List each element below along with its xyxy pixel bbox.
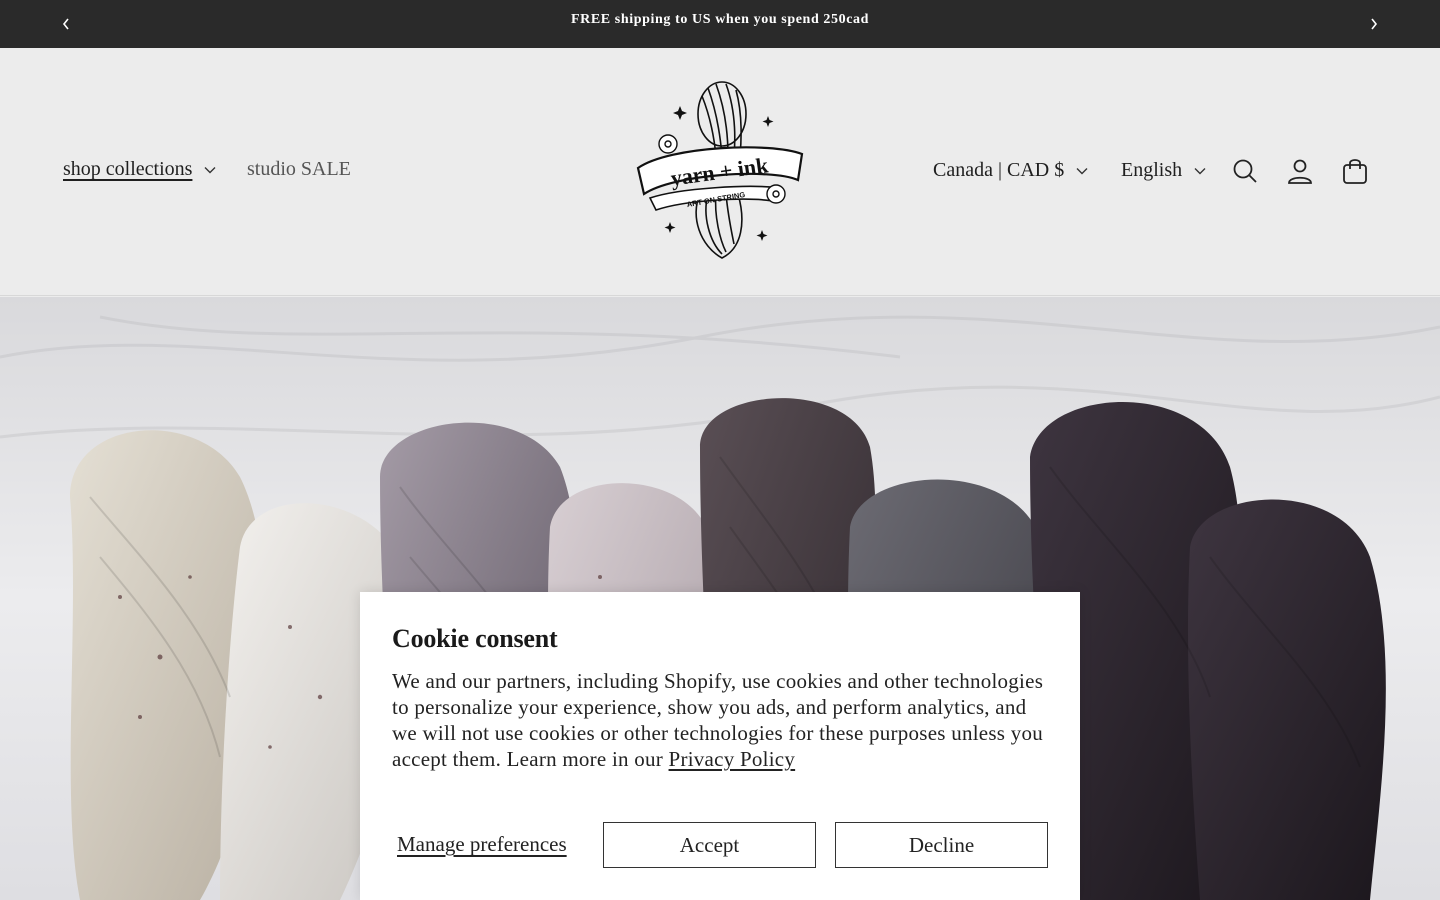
cookie-consent-body: We and our partners, including Shopify, …: [392, 668, 1048, 772]
country-selector-label: Canada | CAD $: [933, 159, 1065, 181]
cookie-consent-dialog: Cookie consent We and our partners, incl…: [360, 592, 1080, 900]
search-icon: [1233, 159, 1257, 183]
chevron-down-icon: [1076, 167, 1088, 174]
decline-button[interactable]: Decline: [835, 822, 1048, 868]
announcement-bar: FREE shipping to US when you spend 250ca…: [0, 0, 1440, 48]
chevron-down-icon: [204, 166, 216, 173]
chevron-right-icon: [1371, 18, 1378, 30]
shop-collections-label: shop collections: [63, 158, 193, 180]
accept-button[interactable]: Accept: [603, 822, 816, 868]
account-icon: [1288, 159, 1312, 184]
announcement-text: FREE shipping to US when you spend 250ca…: [570, 12, 870, 27]
language-selector-label: English: [1121, 159, 1183, 181]
privacy-policy-link[interactable]: Privacy Policy: [669, 747, 796, 771]
studio-sale-link[interactable]: studio SALE: [247, 158, 351, 181]
language-selector[interactable]: English: [1121, 159, 1206, 182]
site-header: shop collections studio SALE yarn + ink …: [0, 48, 1440, 296]
yarn-ink-logo[interactable]: yarn + ink ART ON STRING: [630, 76, 810, 266]
next-announcement-button[interactable]: [1362, 12, 1386, 36]
manage-preferences-link[interactable]: Manage preferences: [397, 832, 567, 857]
search-button[interactable]: [1228, 154, 1262, 188]
cart-button[interactable]: [1338, 154, 1372, 188]
shop-collections-menu[interactable]: shop collections: [63, 158, 216, 181]
account-button[interactable]: [1283, 154, 1317, 188]
cookie-consent-title: Cookie consent: [392, 624, 558, 653]
cart-icon: [1343, 159, 1367, 184]
country-selector[interactable]: Canada | CAD $: [933, 159, 1088, 182]
chevron-down-icon: [1194, 167, 1206, 174]
